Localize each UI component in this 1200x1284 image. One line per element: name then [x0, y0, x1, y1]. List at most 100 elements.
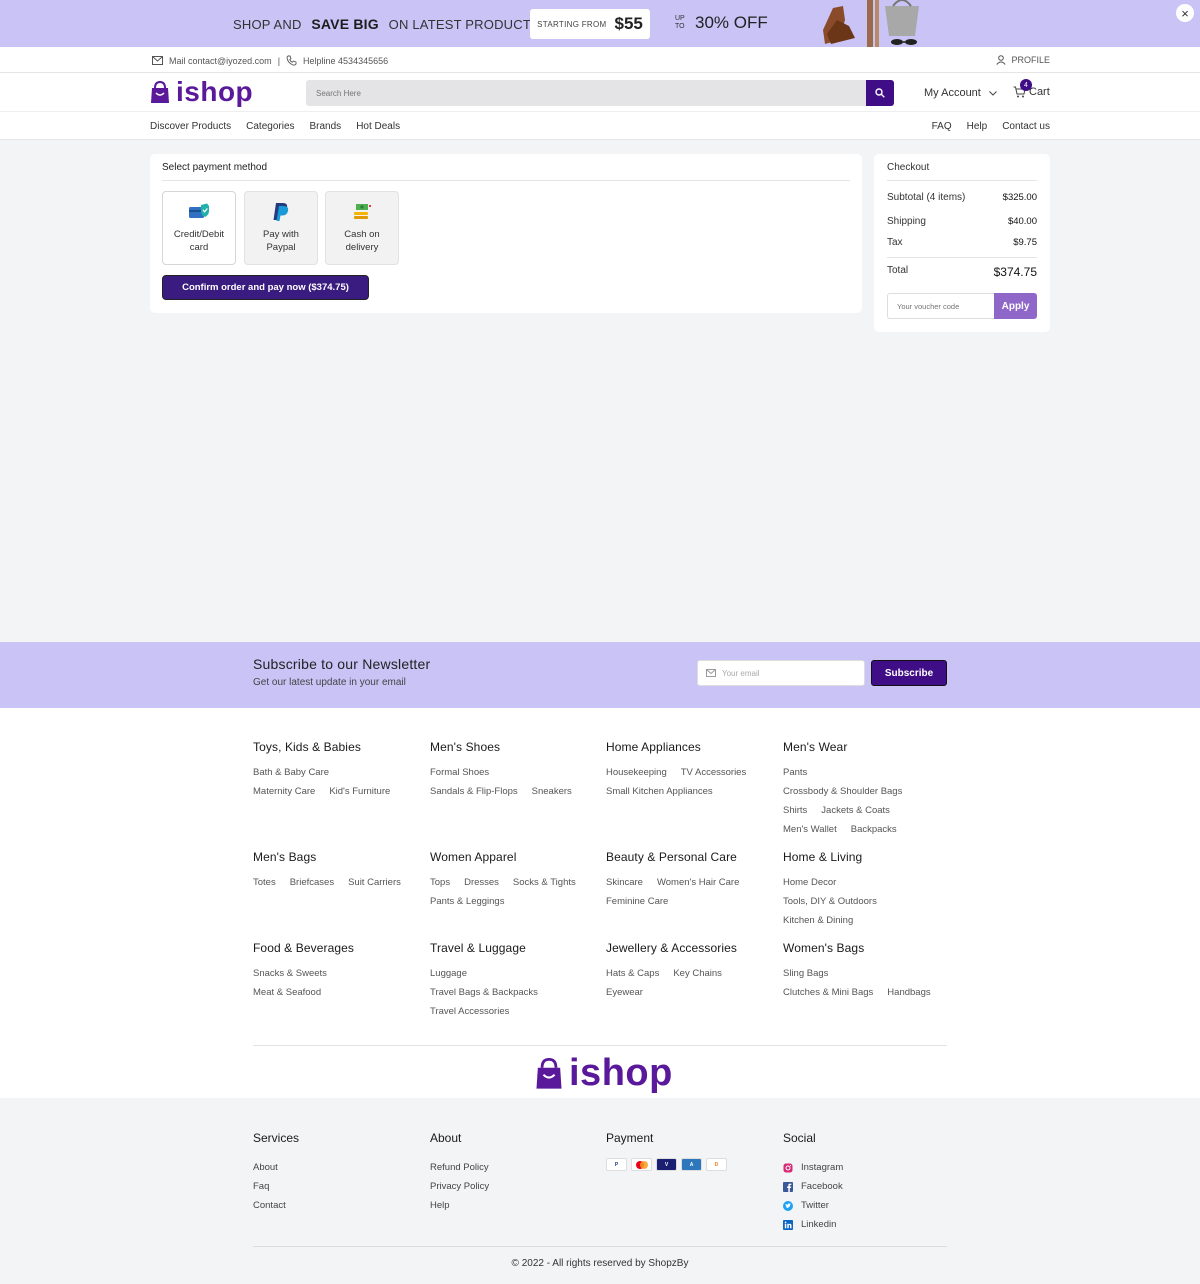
category-title[interactable]: Women Apparel [430, 850, 605, 864]
category-link[interactable]: Key Chains [673, 968, 722, 979]
shopping-bag-icon [536, 1057, 562, 1089]
mail-text[interactable]: Mail contact@iyozed.com [169, 56, 272, 66]
category-link[interactable]: Skincare [606, 877, 643, 888]
footer-link-faq[interactable]: Faq [253, 1177, 299, 1196]
category-title[interactable]: Men's Shoes [430, 740, 605, 754]
footer-link-help[interactable]: Help [430, 1196, 489, 1215]
confirm-order-button[interactable]: Confirm order and pay now ($374.75) [162, 275, 369, 300]
category-title[interactable]: Travel & Luggage [430, 941, 605, 955]
category-link[interactable]: Luggage [430, 968, 467, 979]
cart-button[interactable]: 4 Cart [1013, 79, 1050, 98]
category-link[interactable]: Clutches & Mini Bags [783, 987, 873, 998]
category-link[interactable]: Home Decor [783, 877, 836, 888]
search-button[interactable] [866, 80, 894, 106]
category-title[interactable]: Men's Wear [783, 740, 958, 754]
social-twitter-label: Twitter [801, 1200, 829, 1211]
category-title[interactable]: Jewellery & Accessories [606, 941, 781, 955]
category-link[interactable]: Crossbody & Shoulder Bags [783, 786, 902, 797]
category-title[interactable]: Food & Beverages [253, 941, 428, 955]
category-link[interactable]: Jackets & Coats [821, 805, 890, 816]
newsletter-subtitle: Get our latest update in your email [253, 677, 406, 688]
category-link[interactable]: Men's Wallet [783, 824, 837, 835]
category-link[interactable]: Meat & Seafood [253, 987, 321, 998]
category-link[interactable]: Sneakers [532, 786, 572, 797]
category-link[interactable]: Travel Bags & Backpacks [430, 987, 538, 998]
category-title[interactable]: Men's Bags [253, 850, 428, 864]
category-link[interactable]: Maternity Care [253, 786, 315, 797]
footer-link-refund-policy[interactable]: Refund Policy [430, 1158, 489, 1177]
voucher-input[interactable] [887, 293, 994, 319]
category-title[interactable]: Women's Bags [783, 941, 958, 955]
apply-voucher-button[interactable]: Apply [994, 293, 1037, 319]
category-link[interactable]: Women's Hair Care [657, 877, 739, 888]
category-link[interactable]: Dresses [464, 877, 499, 888]
my-account-dropdown[interactable]: My Account [924, 87, 997, 99]
social-twitter[interactable]: Twitter [783, 1196, 843, 1215]
close-banner-button[interactable]: × [1176, 4, 1194, 22]
nav-brands[interactable]: Brands [310, 121, 342, 132]
nav-discover-products[interactable]: Discover Products [150, 121, 231, 132]
footer-about: About Refund Policy Privacy Policy Help [430, 1131, 489, 1215]
category-link[interactable]: Bath & Baby Care [253, 767, 329, 778]
payment-option-paypal[interactable]: Pay with Paypal [244, 191, 318, 265]
category-block: Home Appliances Housekeeping TV Accessorie… [606, 740, 781, 801]
category-title[interactable]: Beauty & Personal Care [606, 850, 781, 864]
category-link[interactable]: Pants [783, 767, 807, 778]
category-link[interactable]: Eyewear [606, 987, 643, 998]
social-instagram[interactable]: Instagram [783, 1158, 843, 1177]
newsletter-email-input[interactable]: Your email [697, 660, 865, 686]
footer-link-privacy-policy[interactable]: Privacy Policy [430, 1177, 489, 1196]
category-link[interactable]: Tools, DIY & Outdoors [783, 896, 877, 907]
logo[interactable]: ishop [150, 76, 253, 108]
category-title[interactable]: Toys, Kids & Babies [253, 740, 428, 754]
category-link[interactable]: Shirts [783, 805, 807, 816]
subscribe-button[interactable]: Subscribe [871, 660, 947, 686]
category-link[interactable]: Sling Bags [783, 968, 828, 979]
newsletter-section: Subscribe to our Newsletter Get our late… [0, 642, 1200, 708]
footer-services-title: Services [253, 1131, 300, 1145]
category-link[interactable]: Housekeeping [606, 767, 667, 778]
category-link[interactable]: Formal Shoes [430, 767, 489, 778]
category-link[interactable]: Snacks & Sweets [253, 968, 327, 979]
category-link-row: Pants & Leggings [430, 892, 605, 911]
category-link[interactable]: Travel Accessories [430, 1006, 509, 1017]
payment-option-card[interactable]: Credit/Debit card [162, 191, 236, 265]
nav-faq[interactable]: FAQ [932, 121, 952, 132]
profile-link[interactable]: PROFILE [996, 55, 1050, 65]
category-link[interactable]: Totes [253, 877, 276, 888]
category-link[interactable]: TV Accessories [681, 767, 746, 778]
footer-logo[interactable]: ishop [535, 1052, 673, 1095]
my-account-label: My Account [924, 87, 981, 99]
category-link[interactable]: Kitchen & Dining [783, 915, 853, 926]
category-link[interactable]: Briefcases [290, 877, 334, 888]
category-title[interactable]: Home & Living [783, 850, 958, 864]
helpline-text[interactable]: Helpline 4534345656 [303, 56, 388, 66]
payment-option-cash[interactable]: Cash on delivery [325, 191, 399, 265]
category-link[interactable]: Handbags [887, 987, 930, 998]
search-input[interactable] [306, 80, 866, 106]
category-link[interactable]: Kid's Furniture [329, 786, 390, 797]
category-link[interactable]: Tops [430, 877, 450, 888]
category-link[interactable]: Sandals & Flip-Flops [430, 786, 518, 797]
subtotal-row: Subtotal (4 items) $325.00 [887, 192, 1037, 203]
category-link[interactable]: Socks & Tights [513, 877, 576, 888]
profile-label: PROFILE [1011, 55, 1050, 65]
paypal-icon [273, 203, 289, 221]
nav-contact-us[interactable]: Contact us [1002, 121, 1050, 132]
footer-link-about[interactable]: About [253, 1158, 299, 1177]
category-link[interactable]: Hats & Caps [606, 968, 659, 979]
social-facebook[interactable]: Facebook [783, 1177, 843, 1196]
category-link[interactable]: Pants & Leggings [430, 896, 504, 907]
social-linkedin[interactable]: Linkedin [783, 1215, 843, 1234]
category-link[interactable]: Suit Carriers [348, 877, 401, 888]
category-title[interactable]: Home Appliances [606, 740, 781, 754]
nav-hot-deals[interactable]: Hot Deals [356, 121, 400, 132]
divider [887, 257, 1037, 258]
nav-categories[interactable]: Categories [246, 121, 294, 132]
category-link[interactable]: Feminine Care [606, 896, 668, 907]
category-link-row: Hats & Caps Key Chains [606, 964, 781, 983]
category-link[interactable]: Small Kitchen Appliances [606, 786, 713, 797]
nav-help[interactable]: Help [967, 121, 988, 132]
category-link[interactable]: Backpacks [851, 824, 897, 835]
footer-link-contact[interactable]: Contact [253, 1196, 299, 1215]
